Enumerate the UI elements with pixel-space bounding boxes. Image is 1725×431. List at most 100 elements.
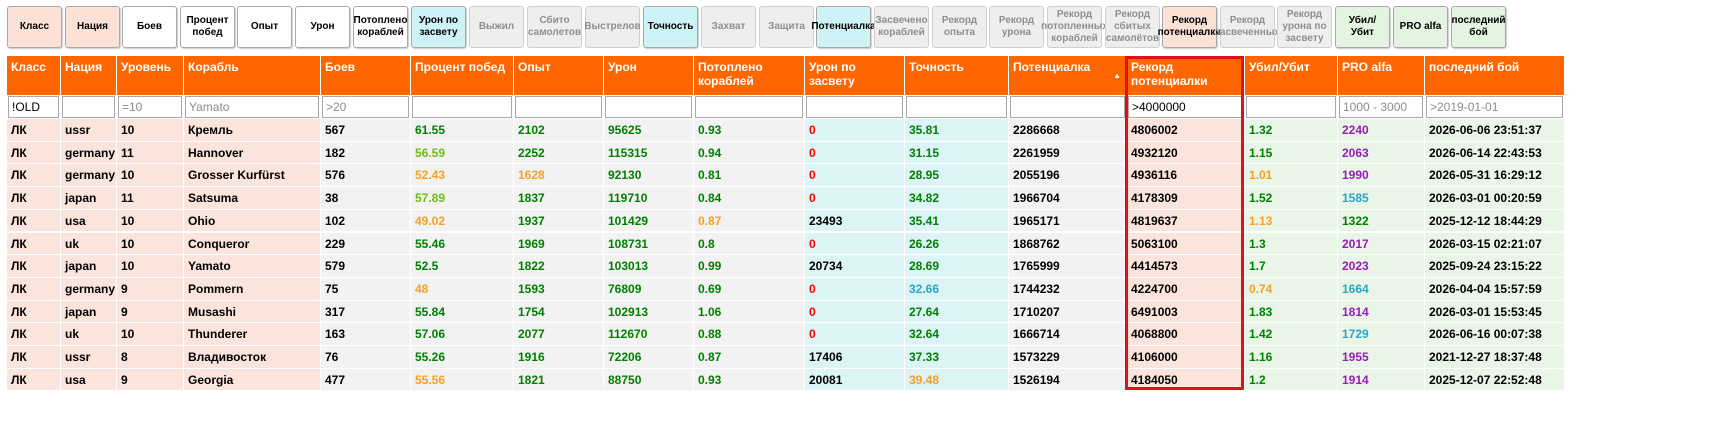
cell-kd: 1.01	[1245, 164, 1338, 188]
filter-input-damage[interactable]	[605, 96, 692, 118]
toggle-button[interactable]: Потенциалка	[811, 6, 876, 48]
toggle-button[interactable]: Рекорд сбитых самолётов	[1105, 6, 1160, 48]
toggle-button[interactable]: Точность	[643, 6, 698, 48]
filter-input-last[interactable]	[1426, 96, 1563, 118]
toggle-button[interactable]: Сбито самолетов	[527, 6, 582, 48]
filter-input-tier[interactable]	[118, 96, 182, 118]
cell-battles: 579	[321, 255, 411, 278]
column-header-potential[interactable]: Потенциалка ▲	[1009, 56, 1127, 95]
column-header-ship[interactable]: Корабль	[184, 56, 321, 95]
toggle-button[interactable]: Боев	[122, 6, 177, 48]
column-header-frags[interactable]: Потоплено кораблей	[694, 56, 805, 95]
toggle-button[interactable]: Класс	[7, 6, 62, 48]
cell-nation: germany	[61, 164, 117, 188]
toggle-button[interactable]: Убил/Убит	[1335, 6, 1390, 48]
column-header-kd[interactable]: Убил/Убит	[1245, 56, 1338, 95]
cell-rec_potential: 6491003	[1127, 300, 1245, 324]
toggle-button[interactable]: Защита	[759, 6, 814, 48]
cell-battles: 567	[321, 119, 411, 142]
filter-input-pro[interactable]	[1339, 96, 1423, 118]
column-header-winrate[interactable]: Процент побед	[411, 56, 514, 95]
filter-input-accuracy[interactable]	[906, 96, 1007, 118]
cell-ship: Владивосток	[184, 346, 321, 369]
toggle-button[interactable]: Выжил	[469, 6, 524, 48]
filter-input-battles[interactable]	[322, 96, 409, 118]
filter-cell	[514, 95, 604, 119]
filter-input-winrate[interactable]	[412, 96, 512, 118]
toggle-button[interactable]: Рекорд урона	[989, 6, 1044, 48]
filter-input-potential[interactable]	[1010, 96, 1125, 118]
cell-spot_dmg: 17406	[805, 346, 905, 369]
toggle-button[interactable]: PRO alfa	[1393, 6, 1448, 48]
cell-kd: 1.15	[1245, 141, 1338, 165]
cell-xp: 1916	[514, 346, 604, 369]
cell-last: 2026-06-14 22:43:53	[1425, 141, 1565, 165]
filter-input-rec_potential[interactable]	[1128, 96, 1243, 118]
cell-xp: 1837	[514, 187, 604, 210]
cell-nation: ussr	[61, 119, 117, 142]
cell-class: ЛК	[7, 346, 61, 369]
column-header-spot_dmg[interactable]: Урон по засвету	[805, 56, 905, 95]
filter-input-nation[interactable]	[62, 96, 115, 118]
filter-input-frags[interactable]	[695, 96, 803, 118]
cell-tier: 10	[117, 323, 184, 346]
column-header-label: Урон по засвету	[809, 60, 856, 88]
column-header-tier[interactable]: Уровень	[117, 56, 184, 95]
cell-rec_potential: 4932120	[1127, 141, 1245, 165]
cell-potential: 2261959	[1009, 141, 1127, 165]
column-header-nation[interactable]: Нация	[61, 56, 117, 95]
cell-battles: 229	[321, 232, 411, 256]
column-header-accuracy[interactable]: Точность	[905, 56, 1009, 95]
toggle-button[interactable]: Нация	[65, 6, 120, 48]
filter-input-spot_dmg[interactable]	[806, 96, 903, 118]
cell-pro: 1585	[1338, 187, 1425, 210]
column-header-xp[interactable]: Опыт	[514, 56, 604, 95]
cell-winrate: 55.26	[411, 346, 514, 369]
column-header-battles[interactable]: Боев	[321, 56, 411, 95]
cell-kd: 1.42	[1245, 323, 1338, 346]
cell-last: 2025-09-24 23:15:22	[1425, 255, 1565, 278]
toggle-button[interactable]: Захват	[701, 6, 756, 48]
toggle-button[interactable]: Процент побед	[180, 6, 235, 48]
cell-frags: 0.84	[694, 187, 805, 210]
filter-input-xp[interactable]	[515, 96, 602, 118]
cell-frags: 1.06	[694, 300, 805, 324]
toggle-button[interactable]: Опыт	[237, 6, 292, 48]
toggle-button[interactable]: последний бой	[1451, 6, 1506, 48]
cell-ship: Hannover	[184, 141, 321, 165]
cell-last: 2026-06-06 23:51:37	[1425, 119, 1565, 142]
cell-accuracy: 37.33	[905, 346, 1009, 369]
column-header-rec_potential[interactable]: Рекорд потенциалки	[1127, 56, 1245, 95]
column-header-pro[interactable]: PRO alfa	[1338, 56, 1425, 95]
toggle-button[interactable]: Рекорд потенциалки	[1158, 6, 1221, 48]
toggle-button[interactable]: Урон	[295, 6, 350, 48]
filter-input-kd[interactable]	[1246, 96, 1336, 118]
column-header-label: Опыт	[518, 60, 551, 74]
cell-frags: 0.93	[694, 119, 805, 142]
cell-tier: 11	[117, 187, 184, 210]
cell-last: 2026-04-04 15:57:59	[1425, 277, 1565, 301]
toggle-button[interactable]: Рекорд урона по засвету	[1277, 6, 1332, 48]
cell-winrate: 55.84	[411, 300, 514, 324]
toggle-button[interactable]: Выстрелов	[584, 6, 641, 48]
toggle-button[interactable]: Урон по засвету	[411, 6, 466, 48]
filter-input-class[interactable]	[8, 96, 59, 118]
cell-potential: 1526194	[1009, 368, 1127, 392]
cell-potential: 2286668	[1009, 119, 1127, 142]
filter-input-ship[interactable]	[185, 96, 319, 118]
cell-kd: 1.52	[1245, 187, 1338, 210]
column-header-last[interactable]: последний бой	[1425, 56, 1565, 95]
cell-xp: 1628	[514, 164, 604, 188]
toggle-button[interactable]: Рекорд опыта	[932, 6, 987, 48]
toggle-button[interactable]: Рекорд потопленных кораблей	[1041, 6, 1108, 48]
toggle-button[interactable]: Рекорд засвеченных	[1215, 6, 1280, 48]
toggle-button[interactable]: Потоплено кораблей	[353, 6, 408, 48]
column-header-damage[interactable]: Урон	[604, 56, 694, 95]
column-header-class[interactable]: Класс	[7, 56, 61, 95]
cell-rec_potential: 4819637	[1127, 209, 1245, 233]
cell-class: ЛК	[7, 277, 61, 301]
toggle-button[interactable]: Засвечено кораблей	[874, 6, 929, 48]
cell-last: 2026-03-01 00:20:59	[1425, 187, 1565, 210]
cell-battles: 576	[321, 164, 411, 188]
cell-tier: 10	[117, 232, 184, 256]
